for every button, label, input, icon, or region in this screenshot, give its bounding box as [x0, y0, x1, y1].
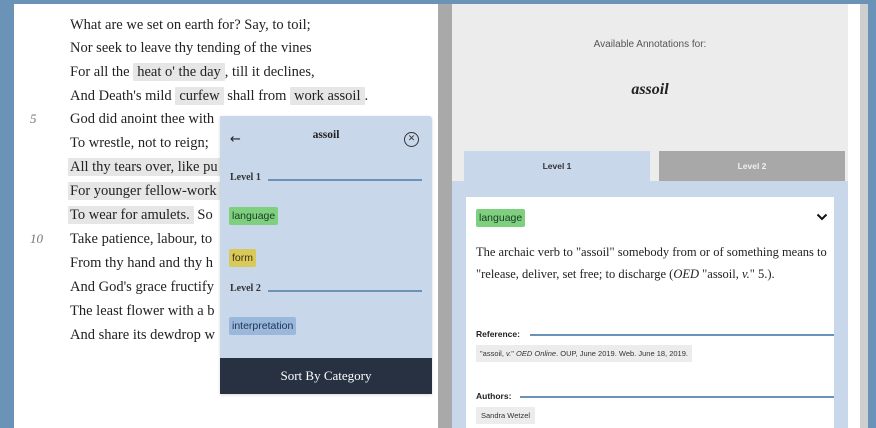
poem-line: God did anoint thee with	[70, 108, 214, 130]
sort-by-category-button[interactable]: Sort By Category	[220, 358, 432, 394]
section-divider	[530, 334, 834, 336]
poem-line: The least flower with a b	[70, 300, 215, 322]
pane-divider[interactable]	[438, 4, 452, 428]
author-name: Sandra Wetzel	[476, 407, 536, 424]
poem-line: From thy hand and thy h	[70, 252, 213, 274]
tab-level-1[interactable]: Level 1	[464, 151, 650, 181]
close-icon[interactable]: ✕	[404, 132, 419, 147]
annotation-line-8[interactable]: For younger fellow-work	[68, 182, 221, 200]
annotation-popup: ← assoil ✕ Level 1 language form Level 2…	[220, 116, 432, 394]
category-chip-form[interactable]: form	[229, 249, 256, 267]
poem-text: To wrestle, not to reign;	[70, 135, 209, 151]
panel-scrollbar[interactable]	[860, 4, 868, 428]
line-number: 10	[30, 231, 43, 246]
poem-line: And God's grace fructify	[70, 276, 214, 298]
annotation-work-assoil[interactable]: work assoil	[290, 87, 365, 105]
poem-text: What are we set on earth for? Say, to to…	[70, 17, 311, 33]
poem-text: .	[364, 88, 369, 104]
poem-line: Take patience, labour, to	[70, 228, 212, 250]
poem-text: God did anoint thee with	[70, 111, 215, 127]
annotation-line-7[interactable]: All thy tears over, like pu	[68, 158, 222, 176]
reference-heading: Reference:	[476, 329, 834, 341]
available-annotations-label: Available Annotations for:	[593, 39, 707, 50]
line-number: 5	[30, 111, 37, 126]
window-left-border	[0, 0, 14, 428]
annotation-heat-of-the-day[interactable]: heat o' the day	[133, 63, 225, 81]
poem-text: For all the	[70, 64, 130, 80]
poem-line: Nor seek to leave thy tending of the vin…	[70, 37, 312, 59]
annotation-text: The archaic verb to "assoil" somebody fr…	[476, 245, 827, 281]
poem-line: To wear for amulets. So	[68, 204, 213, 226]
section-label: Authors:	[476, 391, 515, 401]
category-chip-language[interactable]: language	[229, 207, 279, 225]
level-divider	[268, 290, 422, 292]
tab-level-2[interactable]: Level 2	[659, 151, 845, 181]
annotation-line-9[interactable]: To wear for amulets.	[68, 206, 194, 224]
poem-text: And share its dewdrop w	[70, 327, 215, 343]
level-label: Level 2	[230, 283, 264, 294]
level-2-heading: Level 2	[230, 283, 422, 297]
poem-text: , till it declines,	[224, 64, 315, 80]
annotation-term: assoil	[631, 81, 669, 98]
poem-text: And Death's mild	[70, 88, 172, 104]
poem-line: For all the heat o' the day, till it dec…	[70, 61, 315, 83]
poem-text: So	[197, 207, 213, 223]
category-chip-language[interactable]: language	[476, 209, 526, 227]
level-divider	[268, 179, 422, 181]
level-1-heading: Level 1	[230, 172, 422, 186]
section-label: Reference:	[476, 329, 523, 339]
section-divider	[520, 396, 834, 398]
chevron-down-icon[interactable]	[816, 211, 828, 223]
poem-text: From thy hand and thy h	[70, 255, 213, 271]
poem-text: And God's grace fructify	[70, 279, 214, 295]
reference-citation: "assoil, v." OED Online. OUP, June 2019.…	[476, 345, 692, 362]
annotation-card: language The archaic verb to "assoil" so…	[466, 197, 834, 428]
poem-text: The least flower with a b	[70, 303, 215, 319]
category-chip-interpretation[interactable]: interpretation	[229, 317, 297, 335]
poem-line: To wrestle, not to reign;	[70, 132, 209, 154]
poem-line: And Death's mild curfew shall from work …	[70, 85, 368, 107]
poem-line: For younger fellow-work	[68, 180, 221, 202]
poem-text: shall from	[227, 88, 287, 104]
annotations-panel: Available Annotations for: assoil Level …	[452, 4, 848, 428]
popup-title: assoil	[312, 129, 340, 141]
authors-heading: Authors:	[476, 391, 834, 403]
level-label: Level 1	[230, 172, 264, 183]
annotation-curfew[interactable]: curfew	[175, 87, 224, 105]
poem-line: What are we set on earth for? Say, to to…	[70, 14, 311, 36]
poem-line: All thy tears over, like pu	[68, 156, 222, 178]
poem-text: Nor seek to leave thy tending of the vin…	[70, 40, 312, 56]
poem-text: Take patience, labour, to	[70, 231, 213, 247]
poem-line: And share its dewdrop w	[70, 324, 215, 346]
